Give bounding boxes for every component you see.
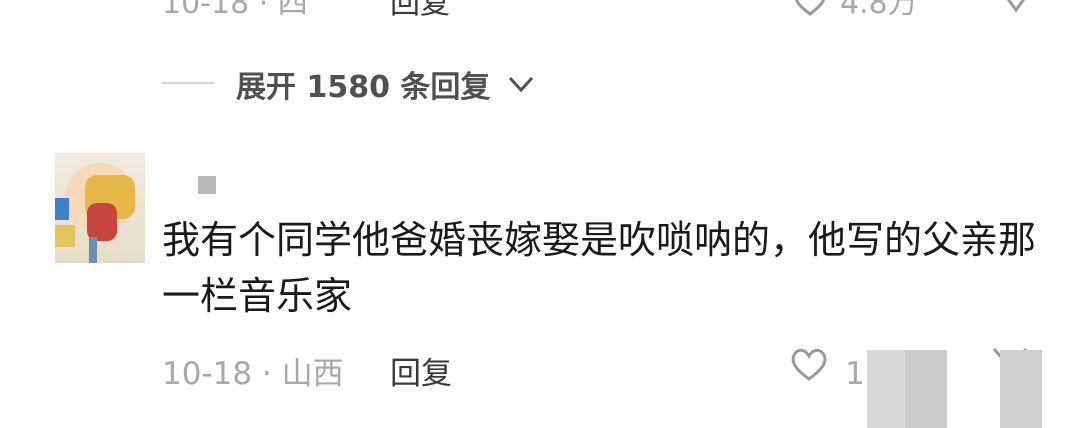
previous-like-count: 4.8万 xyxy=(840,0,918,21)
expand-replies-button[interactable]: 展开 1580 条回复 xyxy=(236,62,490,106)
previous-comment-meta: 10-18 · 四 xyxy=(162,0,308,21)
heart-outline-icon[interactable] xyxy=(789,345,829,383)
avatar[interactable] xyxy=(55,153,145,263)
reply-button[interactable]: 回复 xyxy=(390,348,452,393)
comment-meta: 10-18 · 山西 xyxy=(162,356,344,392)
expand-divider xyxy=(162,82,214,84)
dislike-icon[interactable] xyxy=(1000,0,1032,12)
mosaic-block xyxy=(867,350,909,428)
heart-outline-icon[interactable] xyxy=(793,0,827,16)
comment-text: 我有个同学他爸婚丧嫁娶是吹唢呐的，他写的父亲那一栏音乐家 xyxy=(162,218,1037,318)
previous-reply-button[interactable]: 回复 xyxy=(390,0,450,22)
username-censored[interactable] xyxy=(198,176,216,194)
mosaic-block xyxy=(905,350,947,428)
mosaic-block xyxy=(1000,350,1042,428)
chevron-down-icon[interactable] xyxy=(506,72,536,96)
